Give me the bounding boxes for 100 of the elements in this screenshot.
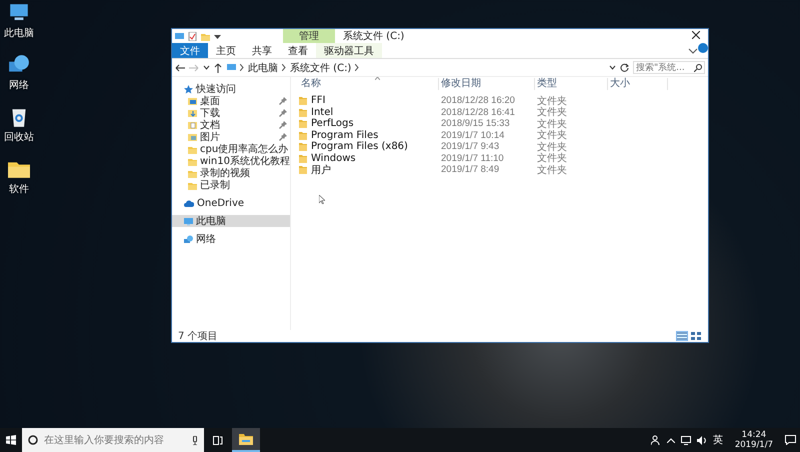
table-cell-text: 2019/1/7 10:14 bbox=[440, 130, 506, 141]
mouse-cursor-icon bbox=[319, 195, 325, 204]
microphone-icon bbox=[192, 436, 198, 444]
task-view-icon bbox=[213, 436, 223, 444]
back-arrow-icon[interactable] bbox=[175, 64, 185, 72]
folder-icon bbox=[188, 156, 197, 166]
details-view-button[interactable] bbox=[676, 331, 688, 341]
windows-logo-icon bbox=[6, 435, 16, 445]
taskbar-app-button[interactable] bbox=[232, 428, 260, 452]
nav-item-label: win10系统优化教程 bbox=[200, 154, 290, 168]
list-icon bbox=[677, 332, 687, 340]
ribbon-tab[interactable]: 共享 bbox=[244, 43, 280, 58]
table-cell-text: 文件夹 bbox=[536, 128, 568, 142]
file-name[interactable]: Intel bbox=[311, 106, 334, 118]
file-name[interactable]: FFI bbox=[311, 95, 326, 106]
folder-icon bbox=[299, 119, 307, 128]
nav-item[interactable]: 桌面 bbox=[172, 95, 290, 107]
search-icon bbox=[694, 64, 702, 72]
desktop-folder-icon bbox=[188, 96, 197, 106]
desktop-icon-label[interactable]: 网络 bbox=[9, 78, 29, 92]
nav-item[interactable]: 快速访问 bbox=[172, 83, 290, 95]
notification-icon[interactable] bbox=[785, 435, 796, 445]
table-cell-text: 文件夹 bbox=[536, 106, 568, 118]
breadcrumb-link[interactable]: 系统文件 (C:) bbox=[290, 60, 352, 74]
expand-chevron-icon[interactable] bbox=[688, 48, 698, 54]
nav-item[interactable]: cpu使用率高怎么办 bbox=[172, 143, 290, 155]
pin-icon bbox=[279, 109, 287, 117]
column-header[interactable]: 类型 bbox=[535, 78, 608, 90]
column-header[interactable]: 名称 bbox=[299, 78, 439, 90]
file-name[interactable]: Windows bbox=[311, 152, 356, 164]
speaker-icon[interactable] bbox=[696, 436, 707, 444]
chevron-right-icon bbox=[240, 64, 244, 71]
folder-icon bbox=[299, 96, 307, 106]
desktop-icon-label[interactable]: 软件 bbox=[9, 182, 29, 196]
dropdown-caret-icon[interactable] bbox=[609, 64, 616, 71]
nav-item[interactable]: 已录制 bbox=[172, 179, 290, 191]
ribbon-tab[interactable]: 查看 bbox=[280, 43, 316, 58]
nav-item[interactable]: 下载 bbox=[172, 107, 290, 119]
desktop-icon-label[interactable]: 回收站 bbox=[4, 130, 34, 144]
nav-item-label: 文档 bbox=[200, 118, 221, 132]
nav-item[interactable]: win10系统优化教程 bbox=[172, 155, 290, 167]
clock-date[interactable]: 2019/1/7 bbox=[734, 440, 773, 450]
file-name[interactable]: Program Files (x86) bbox=[311, 141, 408, 152]
table-cell-text: 2018/12/28 16:20 bbox=[440, 95, 516, 106]
chevron-right-icon bbox=[355, 64, 360, 71]
nav-item[interactable]: 图片 bbox=[172, 131, 290, 143]
nav-item-label: 已录制 bbox=[200, 178, 231, 192]
nav-item-label: 此电脑 bbox=[196, 214, 227, 228]
clock-time[interactable]: 14:24 bbox=[742, 430, 766, 440]
tiles-view-button[interactable] bbox=[690, 331, 702, 341]
nav-item-label: 网络 bbox=[196, 233, 217, 246]
file-name[interactable]: Program Files bbox=[311, 130, 378, 141]
column-header[interactable]: 修改日期 bbox=[439, 78, 535, 90]
chevron-up-icon[interactable] bbox=[666, 438, 675, 442]
up-arrow-icon[interactable] bbox=[214, 62, 222, 72]
close-icon bbox=[692, 31, 700, 39]
window-title: 系统文件 (C:) bbox=[342, 30, 406, 43]
file-name[interactable]: 用户 bbox=[311, 162, 331, 177]
folder-icon bbox=[299, 108, 307, 117]
folder-icon bbox=[188, 180, 197, 190]
nav-item-label: 录制的视频 bbox=[200, 166, 251, 180]
nav-item-label: OneDrive bbox=[197, 198, 246, 208]
table-cell-text: 文件夹 bbox=[536, 118, 568, 130]
nav-item[interactable]: 文档 bbox=[172, 119, 290, 131]
input-method-indicator[interactable]: 英 bbox=[712, 433, 723, 447]
nav-item[interactable]: 此电脑 bbox=[172, 215, 290, 227]
cloud-icon bbox=[184, 200, 194, 206]
pin-icon bbox=[279, 97, 287, 105]
dropdown-caret-icon[interactable] bbox=[214, 32, 221, 40]
context-tab-header: 管理 bbox=[283, 29, 335, 43]
people-icon[interactable] bbox=[650, 435, 661, 445]
table-cell-text: 2019/1/7 8:49 bbox=[440, 164, 500, 176]
nav-item[interactable]: OneDrive bbox=[172, 197, 290, 209]
nav-item-label: 下载 bbox=[200, 106, 221, 120]
help-icon[interactable] bbox=[698, 43, 708, 53]
sort-caret-icon bbox=[375, 77, 380, 80]
folder-icon bbox=[188, 144, 197, 154]
pin-icon bbox=[279, 121, 287, 129]
nav-item-label: cpu使用率高怎么办 bbox=[200, 142, 290, 156]
monitor-icon[interactable] bbox=[680, 436, 691, 444]
table-cell-text: 文件夹 bbox=[536, 140, 568, 153]
breadcrumb-link[interactable]: 此电脑 bbox=[248, 60, 278, 74]
column-header[interactable]: 大小 bbox=[608, 78, 668, 90]
refresh-icon[interactable] bbox=[620, 63, 629, 72]
table-cell-text: 2019/1/7 11:10 bbox=[440, 152, 505, 164]
file-name[interactable]: PerfLogs bbox=[311, 118, 354, 130]
table-cell-text: 文件夹 bbox=[536, 152, 568, 164]
desktop-icon-label[interactable]: 此电脑 bbox=[4, 26, 34, 40]
ribbon-tab[interactable]: 主页 bbox=[208, 43, 244, 58]
table-cell-text: 文件夹 bbox=[536, 164, 568, 177]
checklist-icon[interactable] bbox=[188, 32, 197, 40]
nav-item-label: 桌面 bbox=[200, 94, 221, 108]
nav-item[interactable]: 网络 bbox=[172, 233, 290, 245]
nav-item-label: 快速访问 bbox=[196, 82, 237, 96]
dropdown-caret-icon[interactable] bbox=[203, 64, 210, 71]
folder-icon bbox=[239, 433, 253, 445]
nav-item[interactable]: 录制的视频 bbox=[172, 167, 290, 179]
picture-folder-icon bbox=[188, 132, 197, 142]
folder-icon bbox=[299, 142, 307, 152]
file-menu-button[interactable]: 文件 bbox=[172, 43, 208, 58]
